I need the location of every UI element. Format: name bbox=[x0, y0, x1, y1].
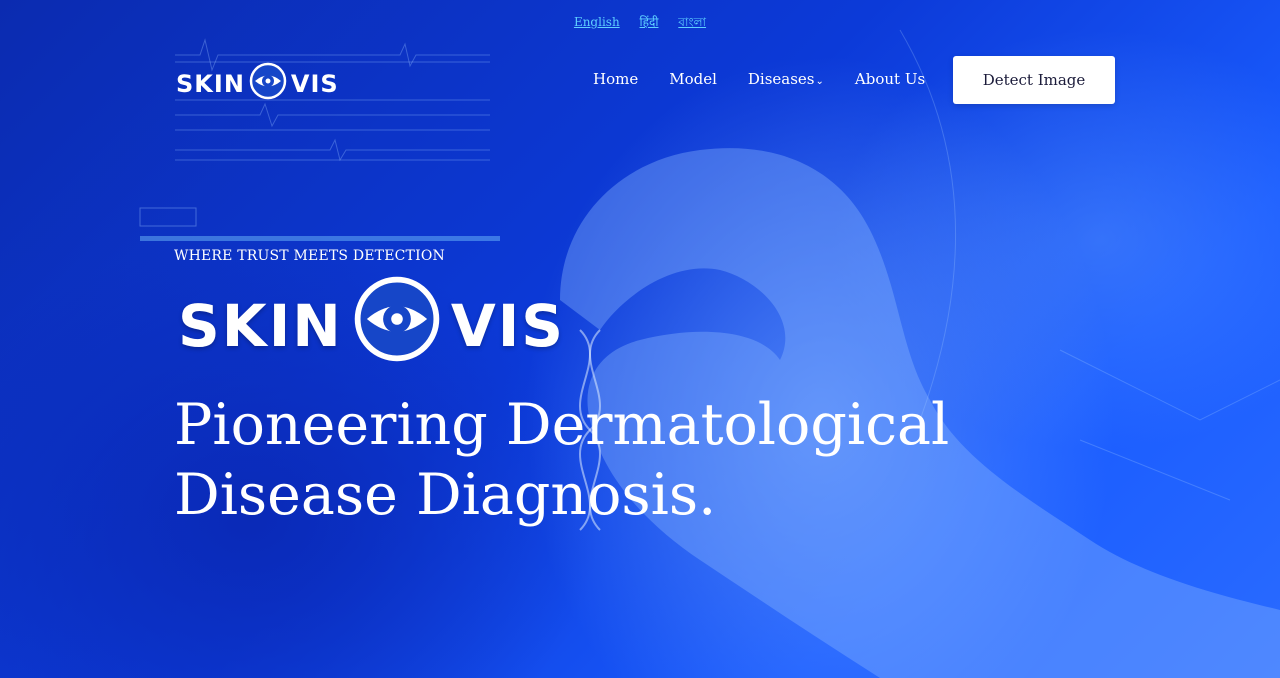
language-switcher: English हिंदी বাংলা bbox=[0, 13, 1280, 34]
nav-model[interactable]: Model bbox=[669, 70, 717, 88]
language-hindi[interactable]: हिंदी bbox=[640, 15, 659, 29]
hero-logo-text-left: SKIN bbox=[178, 292, 343, 360]
main-nav: Home Model Diseases⌄ About Us bbox=[593, 70, 956, 88]
eye-icon bbox=[353, 275, 441, 377]
nav-about[interactable]: About Us bbox=[855, 70, 925, 88]
hero-tagline: WHERE TRUST MEETS DETECTION bbox=[174, 248, 445, 264]
hero-logo-text-right: VIS bbox=[450, 292, 566, 360]
chevron-down-icon: ⌄ bbox=[815, 76, 824, 87]
hero-headline: Pioneering Dermatological Disease Diagno… bbox=[174, 390, 1074, 530]
logo-text-left: SKIN bbox=[176, 70, 245, 98]
nav-home[interactable]: Home bbox=[593, 70, 638, 88]
hero-logo: SKIN VIS bbox=[178, 275, 565, 377]
nav-diseases-label: Diseases bbox=[747, 70, 815, 88]
logo-text-right: VIS bbox=[290, 70, 339, 98]
detect-image-button[interactable]: Detect Image bbox=[953, 56, 1115, 104]
headline-line-1: Pioneering Dermatological bbox=[174, 392, 950, 458]
eye-icon bbox=[249, 62, 287, 106]
header-logo[interactable]: SKIN VIS bbox=[176, 62, 339, 106]
language-english[interactable]: English bbox=[574, 15, 620, 29]
nav-diseases[interactable]: Diseases⌄ bbox=[748, 70, 824, 88]
headline-line-2: Disease Diagnosis. bbox=[174, 462, 717, 528]
language-bengali[interactable]: বাংলা bbox=[678, 15, 706, 29]
